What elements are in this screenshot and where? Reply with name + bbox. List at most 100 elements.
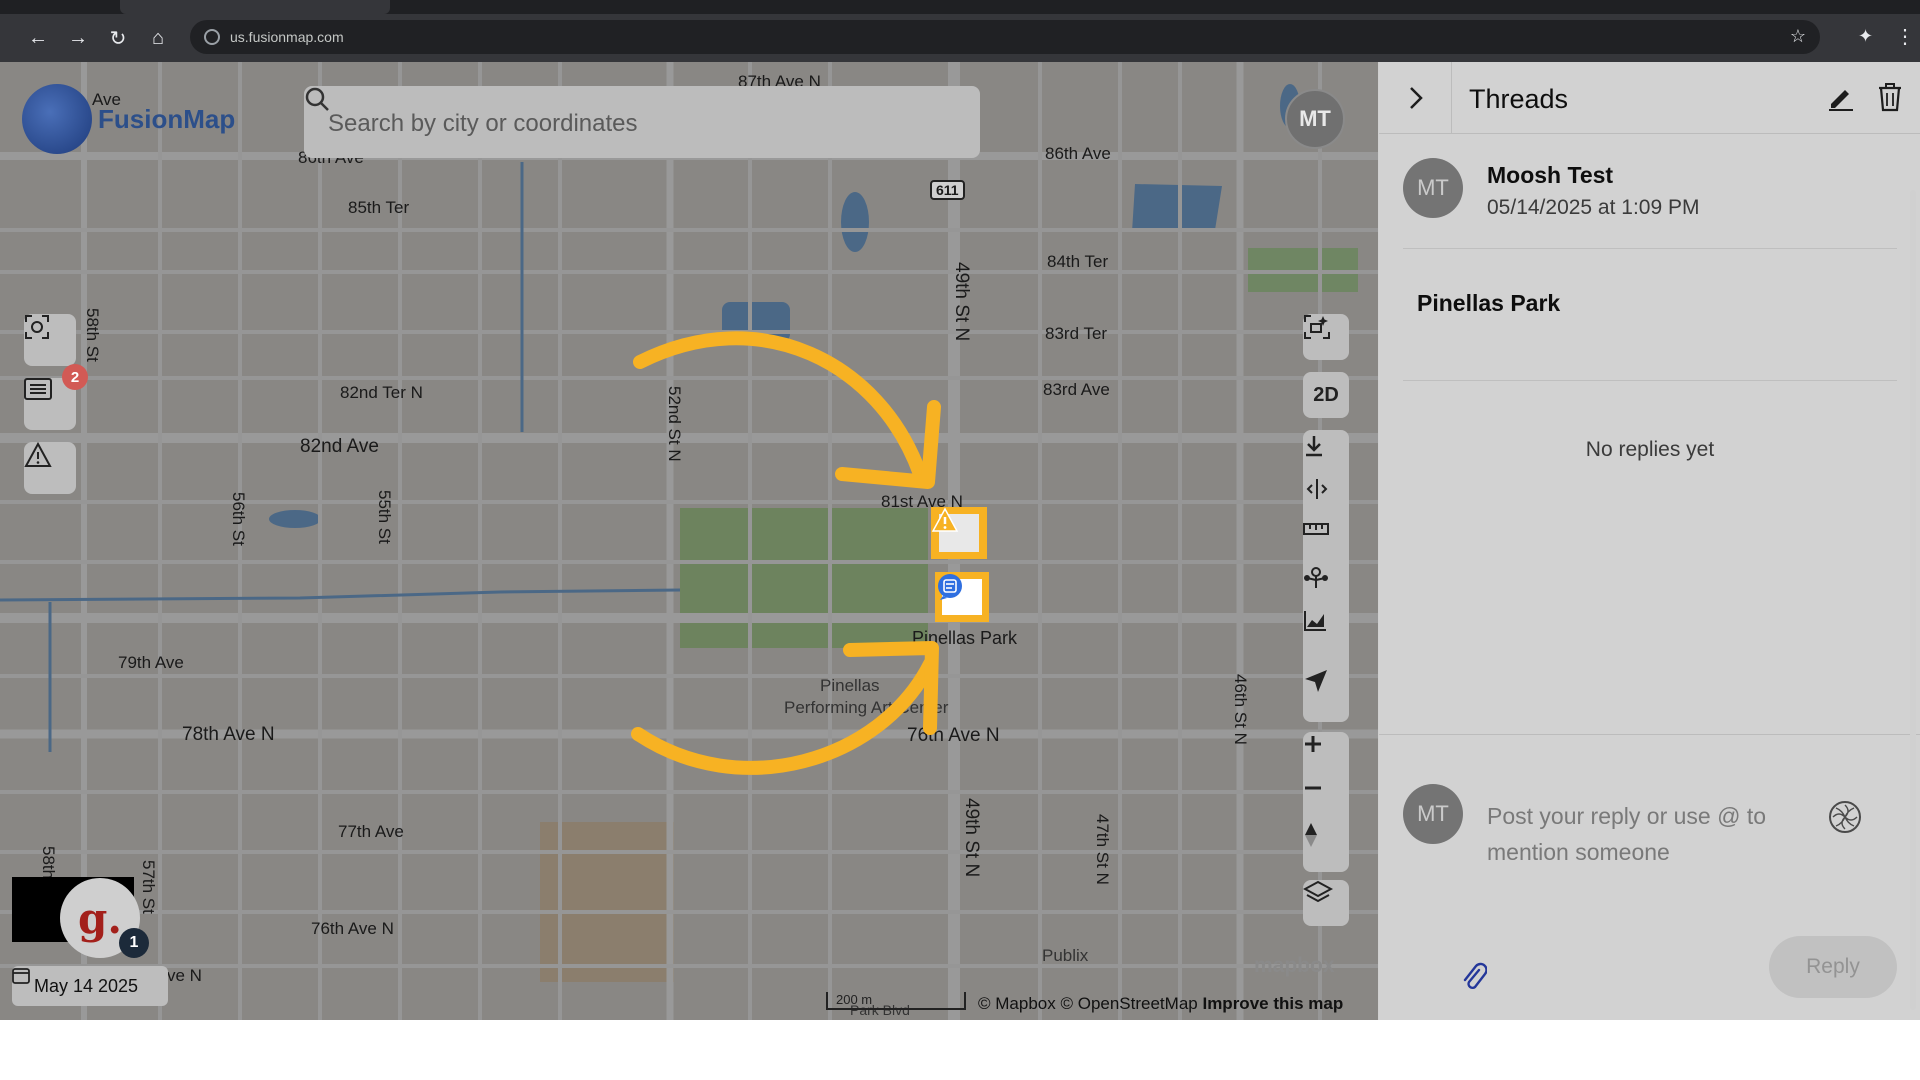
reply-button[interactable]: Reply <box>1769 936 1897 998</box>
browser-tab-active[interactable] <box>120 0 390 14</box>
threads-icon <box>24 378 52 400</box>
poi-label: Performing Art Center <box>784 698 949 717</box>
split-view-button[interactable] <box>1303 478 1349 522</box>
author-name: Moosh Test <box>1487 162 1614 188</box>
g-count-badge: 1 <box>119 928 149 958</box>
street-label: 86th Ave <box>1045 144 1111 163</box>
back-icon[interactable]: ← <box>26 26 50 50</box>
mapbox-logo[interactable]: mapbox <box>1254 954 1335 978</box>
thread-marker[interactable] <box>935 572 989 622</box>
locate-button[interactable] <box>1303 668 1349 712</box>
home-icon[interactable]: ⌂ <box>146 26 170 50</box>
street-label: 77th Ave <box>338 822 404 841</box>
map-scale: 200 m <box>826 992 966 1010</box>
map-tools-group <box>1303 430 1349 722</box>
route-button[interactable] <box>1303 566 1349 610</box>
browser-toolbar: ← → ↻ ⌂ us.fusionmap.com ☆ ✦ ⋮ <box>0 14 1920 62</box>
street-label: 58th <box>39 846 58 880</box>
compass-button[interactable] <box>1303 822 1349 866</box>
street-label: 83rd Ave <box>1043 380 1110 399</box>
scan-tool-button[interactable] <box>24 314 76 366</box>
forward-icon[interactable]: → <box>66 26 90 50</box>
reply-input[interactable]: Post your reply or use @ to mention some… <box>1487 798 1817 870</box>
user-avatar[interactable]: MT <box>1285 89 1345 149</box>
no-replies-message: No replies yet <box>1585 438 1715 461</box>
site-info-icon[interactable] <box>204 29 220 45</box>
panel-scrollbar[interactable] <box>1910 190 1916 1010</box>
street-label: 47th St N <box>1093 814 1112 885</box>
view-mode-2d-button[interactable]: 2D <box>1303 372 1349 418</box>
extensions-icon[interactable]: ✦ <box>1858 26 1873 47</box>
view-mode-label: 2D <box>1313 383 1339 406</box>
bookmark-star-icon[interactable]: ☆ <box>1790 26 1806 47</box>
edit-icon[interactable] <box>1827 84 1855 112</box>
map-canvas[interactable]: Ave 87th Ave N 86th Ave 86th Ave 85th Te… <box>0 62 1378 1020</box>
street-label: 46th St N <box>1231 674 1250 745</box>
poi-label: Pinellas <box>820 676 880 695</box>
calendar-icon <box>12 968 30 984</box>
download-icon <box>1306 436 1322 457</box>
street-label: 85th Ter <box>348 198 410 217</box>
threads-count-badge: 2 <box>62 364 88 390</box>
layers-button[interactable] <box>1303 880 1349 926</box>
street-label: 55th St <box>375 490 394 544</box>
ai-capture-icon <box>1304 315 1330 339</box>
measure-button[interactable] <box>1303 522 1349 566</box>
street-label: 49th St N <box>961 798 982 878</box>
street-label: 49th St N <box>951 262 972 342</box>
map-dim-overlay <box>0 62 1378 1020</box>
street-label: 83rd Ter <box>1045 324 1108 343</box>
street-label: 76th Ave N <box>311 919 394 938</box>
browser-menu-icon[interactable]: ⋮ <box>1895 24 1915 49</box>
compass-icon <box>1305 823 1317 847</box>
street-label: 82nd Ave <box>300 436 379 457</box>
search-bar[interactable]: Search by city or coordinates <box>304 86 980 158</box>
chevron-right-icon[interactable] <box>1401 82 1431 114</box>
locate-icon <box>1305 670 1327 692</box>
panel-title: Threads <box>1469 84 1569 114</box>
header-divider <box>1451 62 1452 134</box>
zoom-out-button[interactable] <box>1303 778 1349 822</box>
thread-timestamp: 05/14/2025 at 1:09 PM <box>1487 196 1700 219</box>
author-avatar[interactable]: MT <box>1403 158 1463 218</box>
download-button[interactable] <box>1303 434 1349 478</box>
zoom-in-button[interactable] <box>1303 734 1349 778</box>
chart-icon <box>1304 611 1326 631</box>
divider <box>1379 734 1920 735</box>
poi-label: Publix <box>1042 946 1089 965</box>
street-label: 58th St <box>83 308 102 362</box>
warning-marker-icon <box>931 507 959 532</box>
scan-icon <box>25 315 49 339</box>
reload-icon[interactable]: ↻ <box>106 26 130 50</box>
street-label: 57th St <box>139 860 158 914</box>
threads-panel: Threads MT Moosh Test 05/14/2025 at 1:09… <box>1378 62 1920 1020</box>
alerts-tool-button[interactable] <box>24 442 76 494</box>
highway-shield: 611 <box>930 180 965 200</box>
poi-label: Pinellas Park <box>912 628 1018 648</box>
paperclip-icon[interactable] <box>1461 962 1487 992</box>
search-input[interactable]: Search by city or coordinates <box>328 110 637 138</box>
street-label: 76th Ave N <box>907 725 1000 746</box>
street-label: ve N <box>167 966 202 985</box>
zoom-out-icon <box>1305 786 1321 790</box>
alert-marker[interactable] <box>931 507 987 559</box>
ai-assist-icon[interactable] <box>1827 799 1863 835</box>
street-label: 56th St <box>229 492 248 546</box>
search-icon[interactable] <box>304 86 330 112</box>
divider <box>1403 380 1897 381</box>
brain-logo-icon <box>22 84 92 154</box>
trash-icon[interactable] <box>1877 82 1903 112</box>
zoom-controls-group <box>1303 732 1349 872</box>
chart-button[interactable] <box>1303 610 1349 654</box>
ai-capture-button[interactable] <box>1303 314 1349 360</box>
zoom-in-icon <box>1305 736 1321 752</box>
attribution-mapbox[interactable]: © Mapbox <box>978 994 1056 1013</box>
attribution-osm[interactable]: © OpenStreetMap <box>1060 994 1197 1013</box>
street-label: 78th Ave N <box>182 724 275 745</box>
improve-map-link[interactable]: Improve this map <box>1202 994 1343 1013</box>
date-picker[interactable]: May 14 2025 <box>12 966 168 1006</box>
address-url: us.fusionmap.com <box>230 29 344 45</box>
address-bar[interactable]: us.fusionmap.com ☆ <box>190 20 1820 54</box>
thread-title: Pinellas Park <box>1417 290 1561 316</box>
fusionmap-logo[interactable]: FusionMap <box>22 84 235 154</box>
